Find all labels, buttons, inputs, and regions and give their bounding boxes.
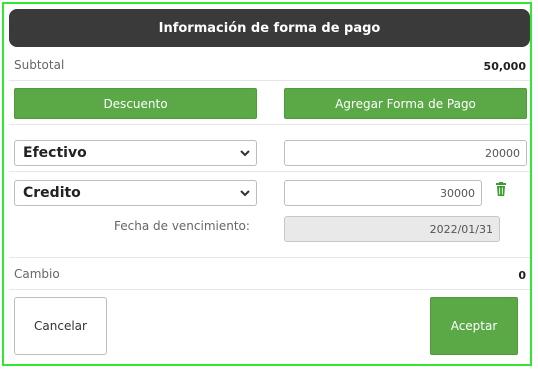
- subtotal-label: Subtotal: [14, 58, 65, 72]
- payment-method-value: Credito: [23, 185, 81, 201]
- chevron-down-icon: [240, 190, 250, 197]
- payment-amount-value: 30000: [440, 186, 475, 200]
- payment-method-select[interactable]: Credito: [14, 180, 257, 206]
- payment-amount-input[interactable]: 30000: [284, 180, 482, 206]
- payment-amount-value: 20000: [485, 146, 520, 160]
- accept-button[interactable]: Aceptar: [430, 297, 518, 355]
- due-date-value: 2022/01/31: [429, 222, 493, 236]
- payment-method-select[interactable]: Efectivo: [14, 140, 257, 166]
- divider: [9, 80, 530, 81]
- chevron-down-icon: [240, 150, 250, 157]
- cancel-button[interactable]: Cancelar: [14, 297, 107, 355]
- discount-button[interactable]: Descuento: [14, 88, 257, 119]
- divider: [9, 289, 530, 290]
- due-date-label: Fecha de vencimiento:: [114, 219, 250, 233]
- payment-method-value: Efectivo: [23, 145, 87, 161]
- divider: [9, 171, 530, 172]
- change-label: Cambio: [14, 267, 60, 281]
- divider: [9, 124, 530, 125]
- payment-amount-input[interactable]: 20000: [284, 140, 527, 166]
- due-date-input: 2022/01/31: [284, 216, 500, 242]
- subtotal-value: 50,000: [483, 60, 526, 73]
- change-value: 0: [518, 269, 526, 282]
- trash-icon[interactable]: [495, 182, 507, 196]
- divider: [9, 257, 530, 258]
- add-payment-button[interactable]: Agregar Forma de Pago: [284, 88, 527, 119]
- dialog-title: Información de forma de pago: [9, 9, 530, 47]
